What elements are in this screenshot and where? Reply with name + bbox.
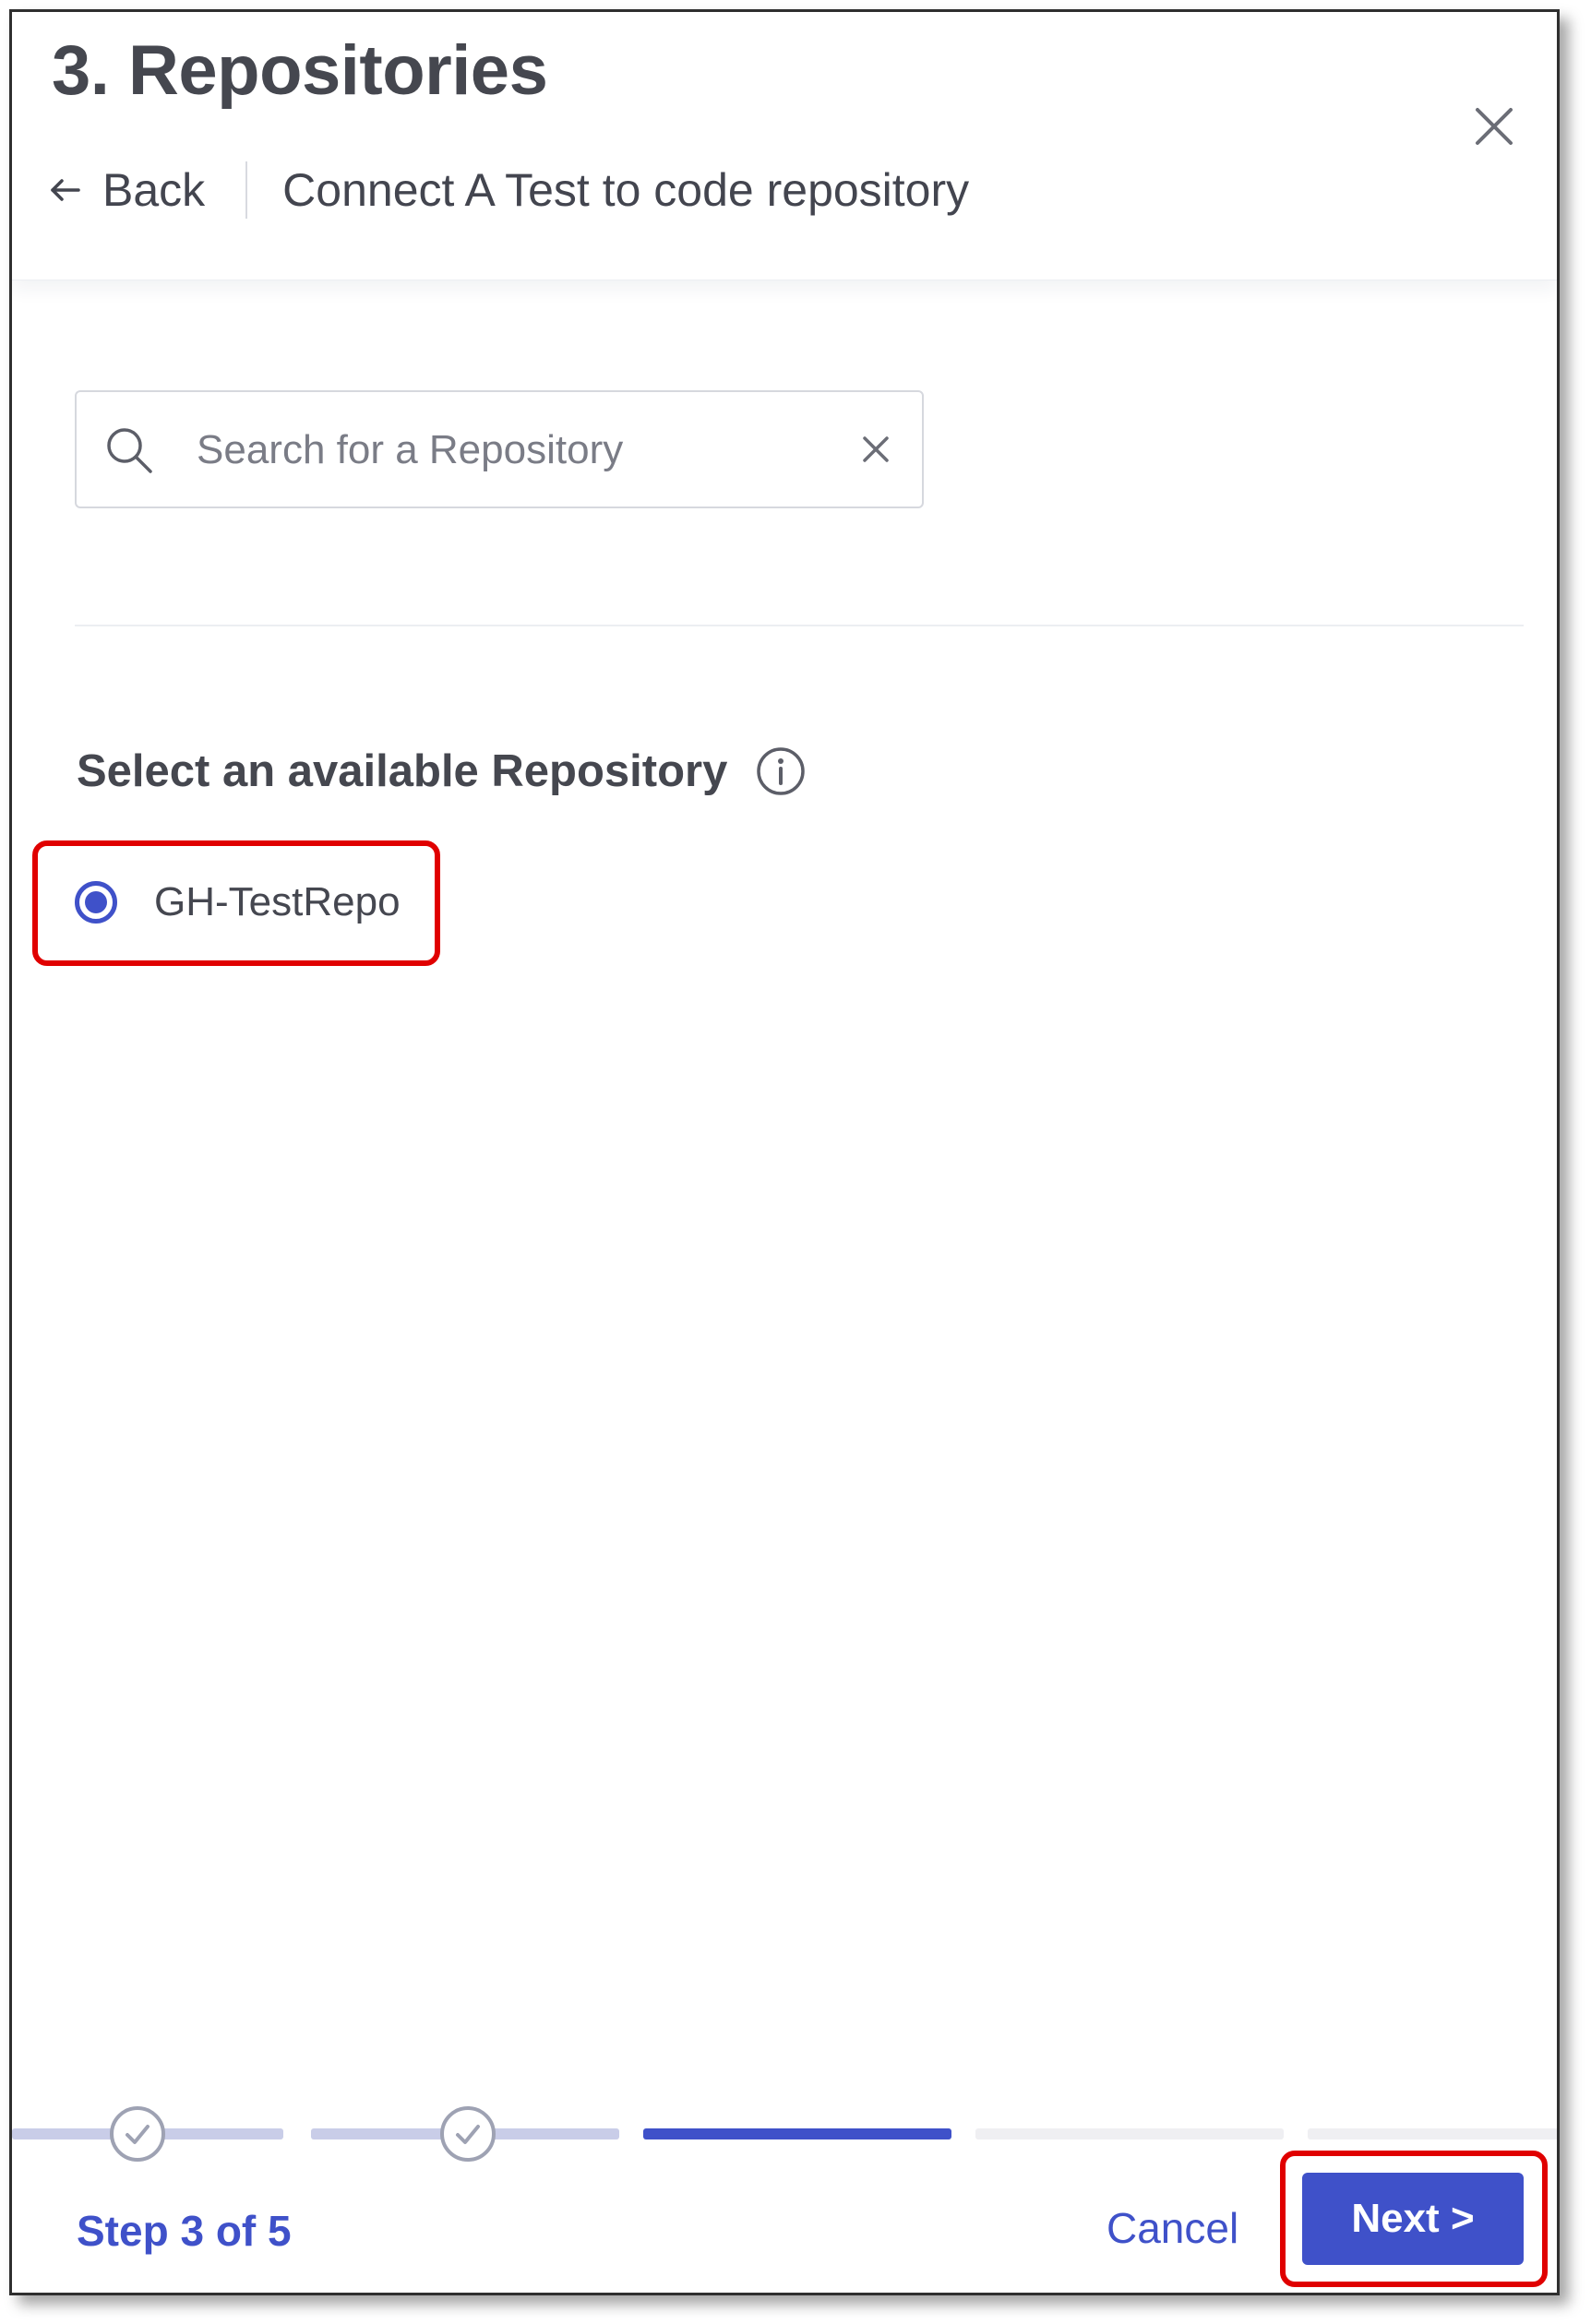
next-button[interactable]: Next > bbox=[1302, 2173, 1524, 2265]
section-heading-text: Select an available Repository bbox=[77, 746, 728, 796]
clear-icon[interactable] bbox=[859, 433, 892, 466]
check-circle-icon bbox=[110, 2106, 165, 2162]
back-label: Back bbox=[102, 164, 206, 216]
repositories-panel: 3. Repositories Back Connect A Test to c… bbox=[9, 9, 1560, 2295]
page-title: 3. Repositories bbox=[52, 31, 548, 110]
close-icon bbox=[1476, 108, 1513, 145]
step-5-bar bbox=[1308, 2128, 1557, 2139]
repo-option-gh-testrepo[interactable]: GH-TestRepo bbox=[75, 879, 401, 925]
check-circle-icon bbox=[440, 2106, 496, 2162]
close-button[interactable] bbox=[1470, 102, 1518, 150]
cancel-button[interactable]: Cancel bbox=[1101, 2202, 1244, 2254]
header-separator bbox=[245, 161, 248, 219]
search-icon bbox=[107, 428, 152, 473]
radio-selected-dot bbox=[85, 891, 107, 913]
back-button[interactable]: Back bbox=[49, 163, 205, 217]
repo-radio[interactable] bbox=[75, 881, 117, 924]
page-subtitle: Connect A Test to code repository bbox=[282, 164, 970, 216]
section-heading: Select an available Repository bbox=[77, 745, 807, 797]
sub-navigation: Back Connect A Test to code repository bbox=[49, 158, 969, 222]
section-divider bbox=[75, 625, 1524, 626]
panel-header: 3. Repositories Back Connect A Test to c… bbox=[12, 12, 1557, 280]
step-4-bar bbox=[975, 2128, 1284, 2139]
repo-name: GH-TestRepo bbox=[154, 879, 401, 924]
search-input[interactable] bbox=[195, 411, 826, 490]
search-box bbox=[75, 390, 924, 508]
arrow-left-icon bbox=[51, 179, 80, 201]
screenshot-canvas: 3. Repositories Back Connect A Test to c… bbox=[0, 0, 1591, 2324]
step-counter: Step 3 of 5 bbox=[77, 2207, 292, 2255]
info-icon[interactable] bbox=[755, 745, 807, 797]
step-3-bar bbox=[643, 2128, 951, 2139]
